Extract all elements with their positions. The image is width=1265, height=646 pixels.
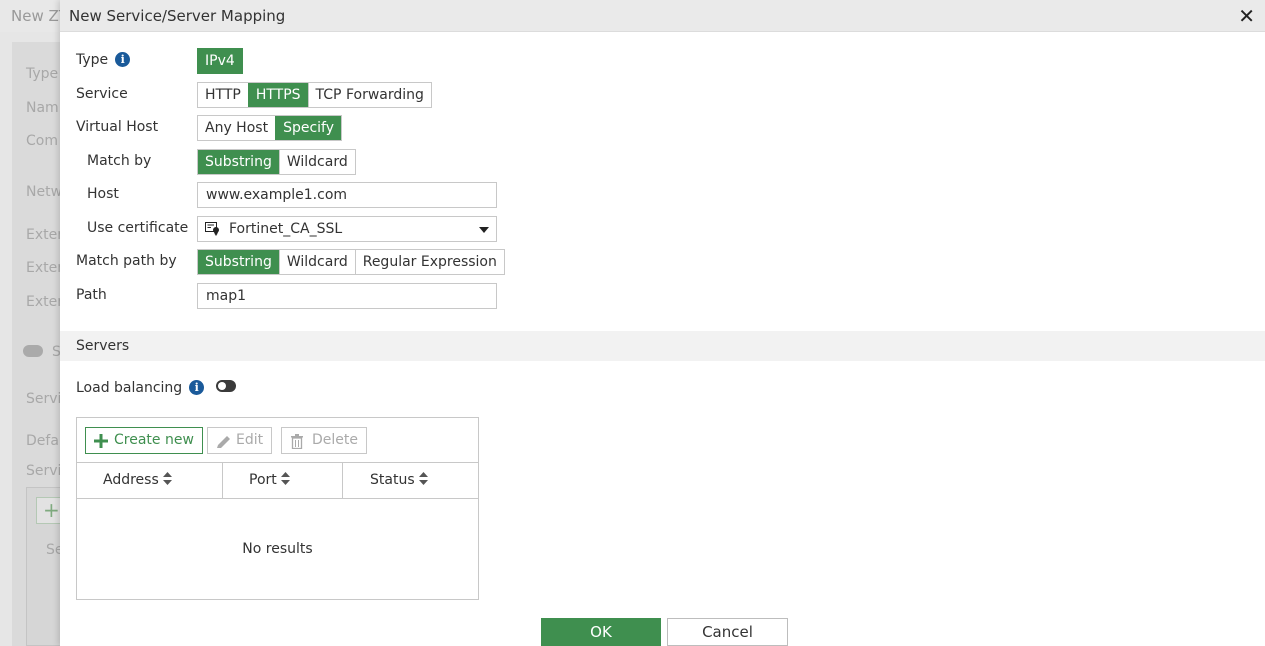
service-selector: HTTP HTTPS TCP Forwarding xyxy=(197,82,432,108)
certificate-row: Use certificate Fortinet_CA_SSL xyxy=(60,216,1265,242)
sort-icon xyxy=(162,472,172,485)
cancel-button[interactable]: Cancel xyxy=(667,618,788,646)
column-header-label: Status xyxy=(370,472,415,488)
service-label: Service xyxy=(76,86,128,102)
background-label: Type xyxy=(26,66,59,82)
servers-section-title: Servers xyxy=(76,338,130,354)
service-option-https[interactable]: HTTPS xyxy=(247,83,308,107)
mapping-dialog: New Service/Server Mapping ✕ Type i IPv4 … xyxy=(60,0,1265,646)
close-icon[interactable]: ✕ xyxy=(1238,4,1255,28)
servers-section-header: Servers xyxy=(60,331,1265,361)
create-new-button[interactable]: Create new xyxy=(85,427,203,454)
background-label: Nam xyxy=(26,100,59,116)
background-label: Servi xyxy=(26,391,62,407)
load-balancing-label-text: Load balancing xyxy=(76,380,183,396)
virtual-host-option-specify[interactable]: Specify xyxy=(275,116,342,140)
path-label: Path xyxy=(76,287,107,303)
plus-icon xyxy=(94,434,108,448)
pencil-icon xyxy=(217,436,230,448)
servers-table: Create new Edit Delete Address Port Stat… xyxy=(76,417,479,600)
column-header-port[interactable]: Port xyxy=(222,463,342,498)
background-label: Exter xyxy=(26,294,63,310)
sort-icon xyxy=(418,472,428,485)
servers-table-body: No results xyxy=(77,499,478,599)
info-icon[interactable]: i xyxy=(115,52,131,67)
trash-icon xyxy=(291,434,303,449)
virtual-host-option-any-host[interactable]: Any Host xyxy=(198,116,276,140)
virtual-host-label: Virtual Host xyxy=(76,119,159,135)
info-icon[interactable]: i xyxy=(189,380,205,395)
type-selector: IPv4 xyxy=(197,48,243,74)
background-label: Servi xyxy=(26,463,62,479)
match-path-option-wildcard[interactable]: Wildcard xyxy=(278,250,355,274)
delete-button[interactable]: Delete xyxy=(281,427,367,454)
match-path-row: Match path by Substring Wildcard Regular… xyxy=(60,249,1265,275)
certificate-value: Fortinet_CA_SSL xyxy=(229,221,343,237)
column-header-address[interactable]: Address xyxy=(77,463,222,498)
certificate-label: Use certificate xyxy=(87,220,189,236)
column-header-label: Port xyxy=(249,472,277,488)
load-balancing-row: Load balancing i xyxy=(60,376,1265,402)
edit-label: Edit xyxy=(236,432,264,448)
dialog-footer: OK Cancel xyxy=(60,613,1265,646)
match-by-option-substring[interactable]: Substring xyxy=(198,150,279,174)
host-label: Host xyxy=(87,186,119,202)
type-label: Type i xyxy=(76,52,131,68)
servers-table-header: Address Port Status xyxy=(77,463,478,499)
background-label: Exter xyxy=(26,260,63,276)
servers-toolbar: Create new Edit Delete xyxy=(77,418,478,463)
empty-message: No results xyxy=(242,541,313,557)
service-option-http[interactable]: HTTP xyxy=(198,83,248,107)
column-header-label: Address xyxy=(103,472,159,488)
host-row: Host www.example1.com xyxy=(60,182,1265,208)
type-label-text: Type xyxy=(76,52,109,68)
column-header-status[interactable]: Status xyxy=(342,463,478,498)
certificate-icon xyxy=(205,222,219,236)
ok-button[interactable]: OK xyxy=(541,618,661,646)
match-by-option-wildcard[interactable]: Wildcard xyxy=(278,150,355,174)
delete-label: Delete xyxy=(312,432,358,448)
match-path-selector: Substring Wildcard Regular Expression xyxy=(197,249,505,275)
service-option-tcp-forwarding[interactable]: TCP Forwarding xyxy=(307,83,431,107)
background-label: Com xyxy=(26,133,58,149)
path-input[interactable]: map1 xyxy=(197,283,497,309)
match-by-selector: Substring Wildcard xyxy=(197,149,356,175)
match-by-label: Match by xyxy=(87,153,152,169)
background-label: Exter xyxy=(26,227,63,243)
match-path-option-regex[interactable]: Regular Expression xyxy=(354,250,504,274)
edit-button[interactable]: Edit xyxy=(207,427,273,454)
chevron-down-icon xyxy=(479,227,489,233)
background-label: Defa xyxy=(26,433,59,449)
background-toggle xyxy=(23,345,43,357)
match-path-label: Match path by xyxy=(76,253,177,269)
match-path-option-substring[interactable]: Substring xyxy=(198,250,279,274)
service-row: Service HTTP HTTPS TCP Forwarding xyxy=(60,82,1265,108)
dialog-title: New Service/Server Mapping xyxy=(69,7,286,25)
path-row: Path map1 xyxy=(60,283,1265,309)
match-by-row: Match by Substring Wildcard xyxy=(60,149,1265,175)
background-label: Netw xyxy=(26,184,63,200)
dialog-header: New Service/Server Mapping ✕ xyxy=(60,0,1265,32)
type-row: Type i IPv4 xyxy=(60,48,1265,74)
load-balancing-toggle[interactable] xyxy=(216,380,237,392)
certificate-select[interactable]: Fortinet_CA_SSL xyxy=(197,216,497,242)
type-option-ipv4[interactable]: IPv4 xyxy=(198,49,242,73)
host-input[interactable]: www.example1.com xyxy=(197,182,497,208)
virtual-host-row: Virtual Host Any Host Specify xyxy=(60,115,1265,141)
load-balancing-label: Load balancing i xyxy=(76,380,237,396)
create-new-label: Create new xyxy=(114,432,194,448)
virtual-host-selector: Any Host Specify xyxy=(197,115,343,141)
sort-icon xyxy=(280,472,290,485)
